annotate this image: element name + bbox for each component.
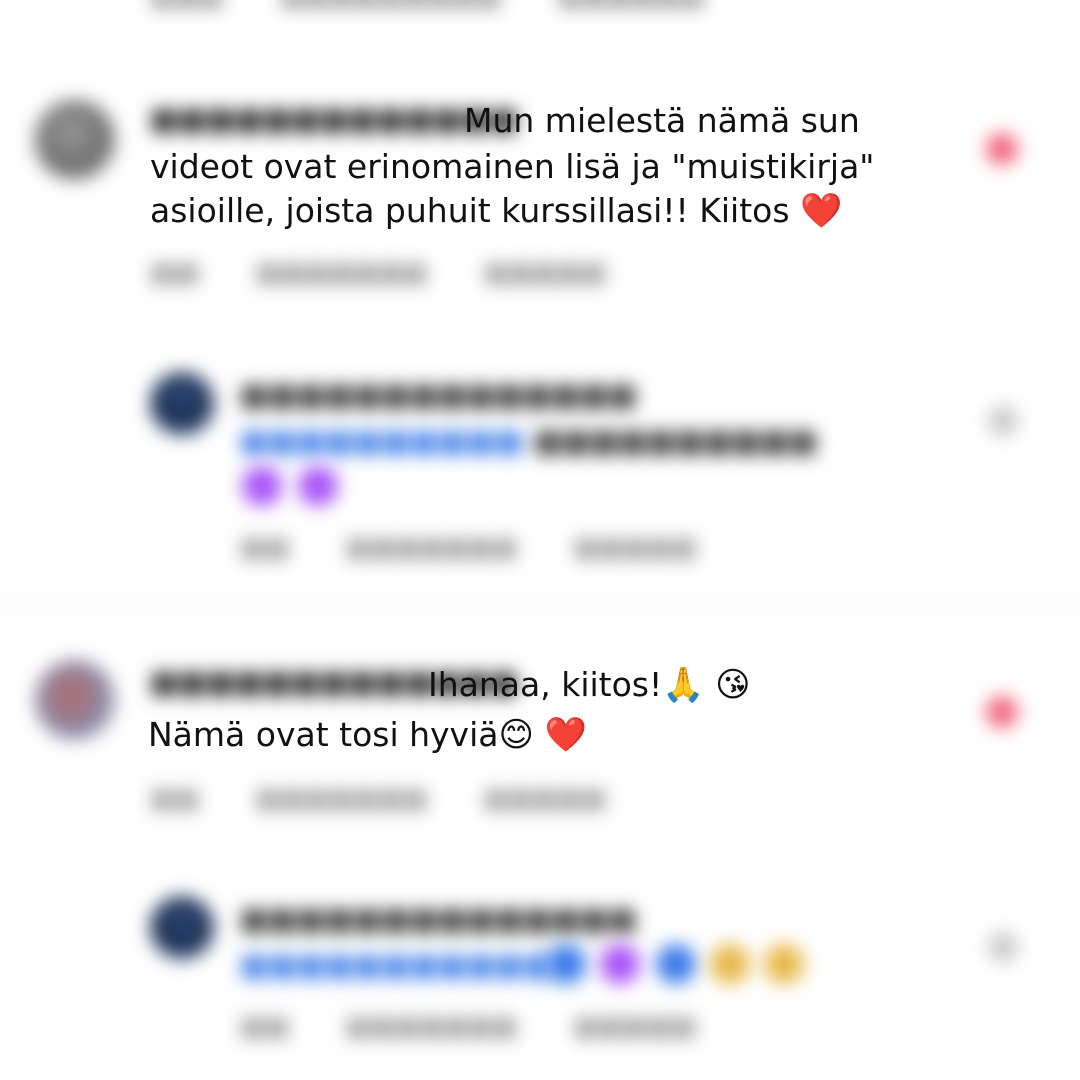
purple-heart-emoji [242,466,282,506]
comment-meta-row: ■■ ■■■■■■■ ■■■■■ [150,258,654,288]
purple-heart-emoji [600,944,640,984]
meta-reply[interactable]: ■■■■■ [484,258,607,288]
meta-time: ■■ [240,533,290,563]
meta-time: ■■ [150,784,200,814]
comment-text: Mun mielestä nämä sun [464,98,860,144]
username-blurred[interactable]: ■■■■■■■■■■■■■■ [240,378,637,413]
red-heart-emoji: ❤️ [544,715,587,755]
divider [0,604,1080,608]
liked-heart-icon[interactable] [986,133,1018,165]
purple-heart-emoji [298,466,338,506]
comment-text: Ihanaa, kiitos!🙏 😘 [428,662,751,708]
meta-likes[interactable]: ■■■■■■■ [345,1012,517,1042]
comment-meta-row: ■■ ■■■■■■■ ■■■■■ [150,784,654,814]
red-heart-emoji: ❤️ [800,191,843,231]
reply-text-blurred: ■■■■■■■■■■ ■■■■■■■■■■ [240,424,818,459]
comment-meta-row: ■■ ■■■■■■■ ■■■■■ [240,1012,744,1042]
folded-hands-emoji: 🙏 [662,665,705,705]
avatar[interactable] [35,660,115,740]
meta-likes[interactable]: ■■■■■■■ [255,784,427,814]
comment-line: Nämä ovat tosi hyviä [148,715,499,754]
comment-line: videot ovat erinomainen lisä ja "muistik… [150,147,875,186]
comment-text: asioille, joista puhuit kurssillasi!! Ki… [150,188,842,234]
meta-time: ■■ [150,258,200,288]
comment-text: videot ovat erinomainen lisä ja "muistik… [150,144,875,190]
comment-meta-row: ■■ ■■■■■■■ ■■■■■ [240,533,744,563]
meta-likes[interactable]: ■■■■■■■ [345,533,517,563]
blue-heart-emoji [656,944,696,984]
avatar[interactable] [150,372,214,436]
blue-heart-emoji [546,944,586,984]
comment-text: Nämä ovat tosi hyviä😊 ❤️ [148,712,587,758]
avatar[interactable] [35,100,115,180]
meta-reply[interactable]: ■■■■■ [574,533,697,563]
meta-reply[interactable]: ■■■■■■ [557,0,704,12]
meta-reply[interactable]: ■■■■■ [574,1012,697,1042]
liked-heart-icon[interactable] [986,696,1018,728]
smiling-face-emoji [710,944,750,984]
smiling-face-emoji: 😊 [498,715,534,755]
comment-line: asioille, joista puhuit kurssillasi!! Ki… [150,191,790,230]
meta-time: ■■■ [150,0,224,12]
meta-likes[interactable]: ■■■■■■■ [255,258,427,288]
meta-likes[interactable]: ■■■■■■■■■ [280,0,501,12]
username-blurred[interactable]: ■■■■■■■■■■■■■■ [240,902,637,937]
reply-text-blurred: ■■■■■■■■■■■ [240,948,552,983]
avatar[interactable] [150,896,214,960]
heart-icon[interactable] [988,932,1018,962]
kiss-face-emoji: 😘 [715,665,751,705]
meta-reply[interactable]: ■■■■■ [484,784,607,814]
heart-icon[interactable] [988,406,1018,436]
top-meta-row: ■■■ ■■■■■■■■■ ■■■■■■ [150,0,753,12]
meta-time: ■■ [240,1012,290,1042]
smiling-face-emoji [764,944,804,984]
comment-line: Ihanaa, kiitos! [428,665,663,704]
comment-line: Mun mielestä nämä sun [464,101,860,140]
